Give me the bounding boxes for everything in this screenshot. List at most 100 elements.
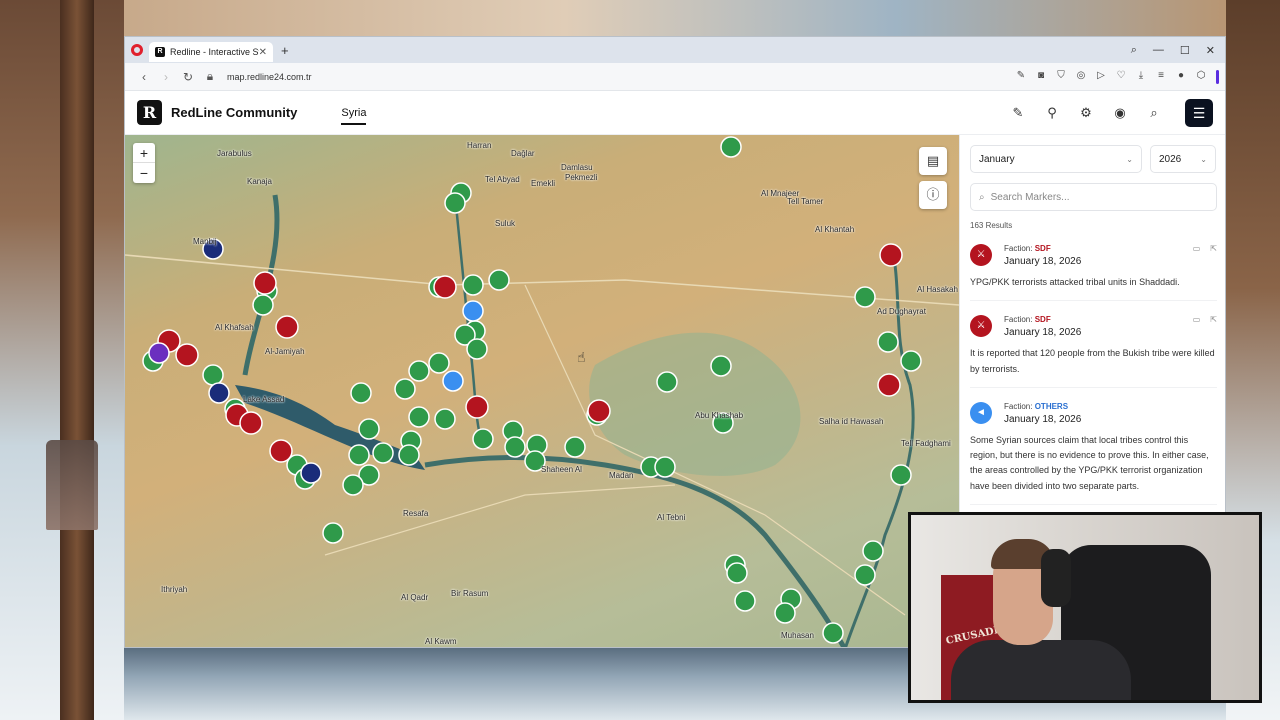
favicon-icon: R xyxy=(155,47,165,57)
profile-icon[interactable]: ● xyxy=(1176,70,1186,84)
address-bar: ‹ › ↻ 🔒︎ map.redline24.com.tr ✎ ◙ ⛉ ◎ ▷ … xyxy=(125,63,1225,91)
close-window-icon[interactable]: ✕ xyxy=(1206,44,1215,57)
search-tabs-icon[interactable]: ⌕ xyxy=(1131,44,1137,57)
forward-icon[interactable]: › xyxy=(155,70,177,84)
place-label: Lake Assad xyxy=(243,395,285,404)
map-marker xyxy=(428,352,450,374)
lock-icon[interactable]: 🔒︎ xyxy=(199,69,221,84)
new-tab-button[interactable]: + xyxy=(281,43,289,58)
faction-line: Faction: SDF xyxy=(1004,315,1193,324)
map-marker xyxy=(488,269,510,291)
map-marker xyxy=(900,350,922,372)
redline-logo[interactable]: R xyxy=(137,100,162,125)
webcam-overlay: CRUSADER KINGS xyxy=(908,512,1262,703)
play-icon[interactable]: ▷ xyxy=(1096,70,1106,84)
external-link-icon[interactable]: ⇱ xyxy=(1210,244,1217,253)
tab-close-icon[interactable]: ✕ xyxy=(259,47,267,58)
video-icon[interactable]: ▭ xyxy=(1193,244,1201,253)
tab-syria[interactable]: Syria xyxy=(341,101,367,125)
download-icon[interactable]: ⤓ xyxy=(1136,70,1146,84)
map-marker xyxy=(656,371,678,393)
marker-search: ⌕ xyxy=(970,183,1217,211)
shield-icon[interactable]: ⛉ xyxy=(1056,70,1066,84)
item-date: January 18, 2026 xyxy=(1004,413,1082,425)
edit-icon[interactable]: ✎ xyxy=(1016,70,1026,84)
date-filter: January ⌄ 2026 ⌄ xyxy=(970,145,1217,173)
map-marker xyxy=(726,562,748,584)
reload-icon[interactable]: ↻ xyxy=(177,70,199,84)
list-item[interactable]: ⚔ Faction: SDF January 18, 2026 ▭ ⇱ YPG/… xyxy=(970,244,1217,302)
opera-logo-icon[interactable] xyxy=(131,44,143,56)
faction-label: Faction: xyxy=(1004,315,1033,325)
snapshot-icon[interactable]: ◙ xyxy=(1036,70,1046,84)
zoom-out-button[interactable]: − xyxy=(133,163,155,183)
layers-button[interactable]: ▤ xyxy=(919,147,947,175)
menu-button[interactable]: ☰ xyxy=(1185,98,1213,127)
heart-icon[interactable]: ♡ xyxy=(1116,70,1126,84)
map-marker xyxy=(822,622,844,644)
map-marker xyxy=(372,442,394,464)
headset-icon xyxy=(1041,549,1071,607)
place-label: Ad Dughayrat xyxy=(877,307,926,316)
wallpaper-left xyxy=(0,0,124,720)
map-marker xyxy=(854,564,876,586)
browser-tab[interactable]: R Redline - Interactive Strate ✕ xyxy=(149,42,273,62)
brand-name[interactable]: RedLine Community xyxy=(171,105,297,120)
place-label: Damlasu xyxy=(561,163,593,172)
place-label: Ithriyah xyxy=(161,585,188,594)
sdf-faction-icon: ⚔ xyxy=(970,244,992,266)
search-input[interactable] xyxy=(990,191,1191,203)
map-marker xyxy=(879,243,903,267)
road-line xyxy=(324,484,676,556)
streamer-body xyxy=(951,640,1131,700)
month-value: January xyxy=(979,153,1015,165)
draw-icon[interactable]: ✎ xyxy=(1011,105,1025,121)
map-marker xyxy=(275,315,299,339)
train-illustration xyxy=(46,440,98,530)
place-label: Al Khafsah xyxy=(215,323,254,332)
place-label: Abu Khashab xyxy=(695,411,744,420)
zoom-in-button[interactable]: + xyxy=(133,143,155,163)
results-count: 163 Results xyxy=(970,221,1013,230)
faction-label: Faction: xyxy=(1004,401,1033,411)
map-marker xyxy=(358,418,380,440)
cube-icon[interactable]: ⬡ xyxy=(1196,70,1206,84)
zoom-control: + − xyxy=(133,143,155,183)
info-button[interactable]: ⓘ xyxy=(919,181,947,209)
list-item[interactable]: ◄ Faction: OTHERS January 18, 2026 Some … xyxy=(970,401,1217,506)
camera-icon[interactable]: ◉ xyxy=(1113,105,1127,121)
minimize-icon[interactable]: — xyxy=(1153,44,1164,57)
year-select[interactable]: 2026 ⌄ xyxy=(1150,145,1216,173)
tab-title: Redline - Interactive Strate xyxy=(170,47,259,57)
place-label: Al Qadr xyxy=(401,593,429,602)
map-marker xyxy=(175,343,199,367)
external-link-icon[interactable]: ⇱ xyxy=(1210,315,1217,324)
map-layer xyxy=(125,136,959,647)
faction-name: OTHERS xyxy=(1034,401,1069,411)
map-marker xyxy=(394,378,416,400)
item-date: January 18, 2026 xyxy=(1004,327,1082,339)
item-description: Some Syrian sources claim that local tri… xyxy=(970,434,1209,491)
item-description: YPG/PKK terrorists attacked tribal units… xyxy=(970,277,1180,287)
faction-label: Faction: xyxy=(1004,244,1033,253)
map-marker xyxy=(720,136,742,158)
map-canvas[interactable]: Jarabulus Kanaja Manbij Al Khafsah Al-Ja… xyxy=(125,135,959,647)
back-icon[interactable]: ‹ xyxy=(133,70,155,84)
search-icon[interactable]: ⌕ xyxy=(1147,105,1161,121)
map-marker xyxy=(877,331,899,353)
gear-icon[interactable]: ⚙ xyxy=(1079,105,1093,121)
maximize-icon[interactable]: ☐ xyxy=(1180,44,1190,57)
map-marker xyxy=(462,274,484,296)
vpn-icon[interactable]: ◎ xyxy=(1076,70,1086,84)
list-item[interactable]: ⚔ Faction: SDF January 18, 2026 ▭ ⇱ It i… xyxy=(970,315,1217,388)
map-marker xyxy=(444,192,466,214)
sdf-faction-icon: ⚔ xyxy=(970,315,992,338)
map-marker xyxy=(587,399,611,423)
easy-setup-icon[interactable]: ≡ xyxy=(1156,70,1166,84)
url-text[interactable]: map.redline24.com.tr xyxy=(227,72,312,82)
road-line xyxy=(125,254,959,306)
video-icon[interactable]: ▭ xyxy=(1193,315,1201,324)
month-select[interactable]: January ⌄ xyxy=(970,145,1142,173)
place-label: Jarabulus xyxy=(217,149,252,158)
location-pin-icon[interactable]: ⚲ xyxy=(1045,105,1059,121)
